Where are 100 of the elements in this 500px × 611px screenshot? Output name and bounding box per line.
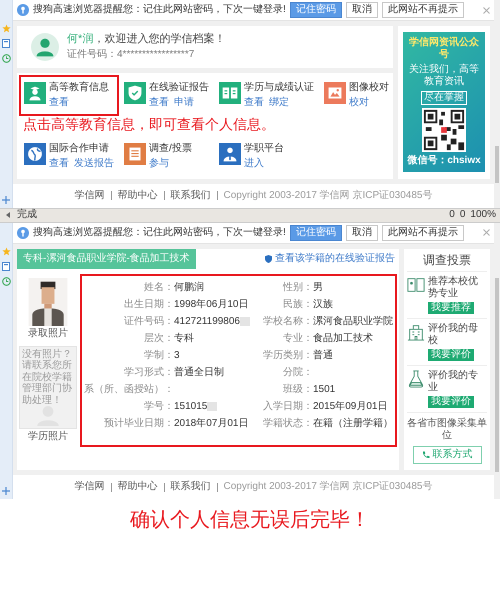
password-bar-button[interactable]: 取消 <box>346 224 378 241</box>
promo-title: 学信网资讯公众号 <box>408 37 480 61</box>
field-label: 姓名： <box>143 282 174 294</box>
service-link[interactable]: 进入 <box>244 158 264 170</box>
list-icon[interactable] <box>124 142 146 165</box>
close-icon[interactable] <box>483 6 490 14</box>
image-icon[interactable] <box>324 82 346 104</box>
report-link[interactable]: 查看该学籍的在线验证报告 <box>275 252 395 265</box>
footer-link[interactable]: 学信网 <box>74 190 104 202</box>
avatar-icon <box>31 33 59 62</box>
key-icon <box>17 226 29 239</box>
status-text: 完成 <box>17 209 37 222</box>
field-label: 学校名称： <box>263 316 313 328</box>
field-label: 学号： <box>143 400 174 413</box>
service-title: 调查/投票 <box>149 142 192 155</box>
field-value: 1501 <box>313 384 336 396</box>
service-link[interactable]: 查看 <box>149 97 169 110</box>
field-value: 食品加工技术 <box>313 332 373 345</box>
password-bar-button[interactable]: 此网站不再提示 <box>382 2 464 18</box>
key-icon <box>17 4 29 16</box>
add-icon[interactable] <box>2 487 10 496</box>
footer-link[interactable]: 帮助中心 <box>118 190 158 202</box>
field-value: 1998年06月10日 <box>174 298 248 311</box>
status-counter[interactable]: 0 <box>460 209 466 222</box>
field-value: 151015 <box>174 400 208 413</box>
field-label: 学习形式： <box>123 366 174 379</box>
footer-link[interactable]: 学信网 <box>74 481 104 494</box>
add-icon[interactable] <box>2 196 10 204</box>
building-icon <box>407 323 425 342</box>
service-link[interactable]: 绑定 <box>269 97 289 110</box>
qr-code-drawing <box>422 108 466 152</box>
star-icon[interactable] <box>2 24 10 33</box>
contact-button[interactable]: 联系方式 <box>412 446 482 464</box>
field-label: 预计毕业日期： <box>103 418 174 430</box>
service-title: 学职平台 <box>244 142 284 155</box>
instruction-text: 点击高等教育信息，即可查看个人信息。 <box>22 116 276 136</box>
survey-action-button[interactable]: 我要推荐 <box>428 302 474 314</box>
bookmark-icon[interactable] <box>2 262 10 271</box>
star-icon[interactable] <box>2 246 10 256</box>
service-title: 图像校对 <box>349 82 389 94</box>
bookmark-icon[interactable] <box>2 39 10 48</box>
clock-icon[interactable] <box>2 54 10 63</box>
password-bar-button[interactable]: 此网站不再提示 <box>382 224 464 241</box>
field-label: 入学日期： <box>263 400 313 413</box>
promo-badge: 尽在掌握 <box>421 91 467 105</box>
field-value: 汉族 <box>313 298 333 311</box>
phone-icon <box>422 451 430 460</box>
field-value: 3 <box>174 350 180 362</box>
footer-link[interactable]: 联系我们 <box>170 190 210 202</box>
welcome-text: ，欢迎进入您的学信档案！ <box>93 33 226 45</box>
service-link[interactable]: 查看 <box>244 97 264 110</box>
graduate-icon[interactable] <box>24 82 46 104</box>
zoom-level[interactable]: 100% <box>470 209 496 222</box>
field-value: 普通 <box>313 350 333 362</box>
service-link[interactable]: 参与 <box>149 158 169 170</box>
field-label: 出生日期： <box>123 298 174 311</box>
copyright-text: Copyright 2003-2017 学信网 京ICP证030485号 <box>224 481 432 494</box>
sidebar-toggle-icon[interactable] <box>4 211 12 220</box>
clock-icon[interactable] <box>2 276 10 286</box>
status-counter[interactable]: 0 <box>449 209 455 222</box>
field-label: 学历类别： <box>263 350 313 362</box>
survey-item-title: 推荐本校优势专业 <box>428 276 479 300</box>
field-value: 专科 <box>174 332 194 345</box>
service-link[interactable]: 申请 <box>174 97 194 110</box>
id-number-text: 证件号码：4*****************7 <box>67 49 196 62</box>
shield-check-icon[interactable] <box>124 82 146 104</box>
field-value: 漯河食品职业学院 <box>313 316 393 328</box>
book-icon <box>407 276 425 294</box>
password-prompt-text: 搜狗高速浏览器提醒您：记住此网站密码，下次一键登录! <box>33 4 286 16</box>
password-bar-button[interactable]: 取消 <box>346 2 378 18</box>
field-label: 学制： <box>143 350 174 362</box>
shield-icon <box>265 254 272 263</box>
survey-title: 调查投票 <box>407 248 487 272</box>
service-link[interactable]: 查看 <box>49 97 69 110</box>
open-book-icon[interactable] <box>219 82 241 104</box>
password-bar-button[interactable]: 记住密码 <box>290 224 342 241</box>
field-label: 分院： <box>282 366 313 379</box>
collection-title: 各省市图像采集单位 <box>407 416 487 444</box>
field-value: 412721199806 <box>174 316 240 328</box>
survey-action-button[interactable]: 我要评价 <box>428 396 474 408</box>
photo-caption: 录取照片 <box>28 328 68 340</box>
field-value: 男 <box>313 282 323 294</box>
close-icon[interactable] <box>483 229 490 236</box>
service-link[interactable]: 查看 <box>49 158 69 170</box>
footer-link[interactable]: 联系我们 <box>170 481 210 494</box>
password-bar-button[interactable]: 记住密码 <box>290 2 342 18</box>
user-name: 何*润 <box>67 33 94 45</box>
service-title: 在线验证报告 <box>149 82 209 94</box>
globe-icon[interactable] <box>24 142 46 165</box>
password-prompt-text: 搜狗高速浏览器提醒您：记住此网站密码，下次一键登录! <box>33 226 286 239</box>
survey-action-button[interactable]: 我要评价 <box>428 349 474 362</box>
service-link[interactable]: 校对 <box>349 97 369 110</box>
instruction-text: 确认个人信息无误后完毕！ <box>129 506 371 532</box>
person-tie-icon[interactable] <box>219 142 241 165</box>
field-label: 民族： <box>282 298 313 311</box>
scrollbar[interactable] <box>494 0 500 208</box>
scrollbar[interactable] <box>494 222 500 500</box>
service-title: 高等教育信息 <box>49 82 109 94</box>
service-link[interactable]: 发送报告 <box>74 158 114 170</box>
footer-link[interactable]: 帮助中心 <box>118 481 158 494</box>
